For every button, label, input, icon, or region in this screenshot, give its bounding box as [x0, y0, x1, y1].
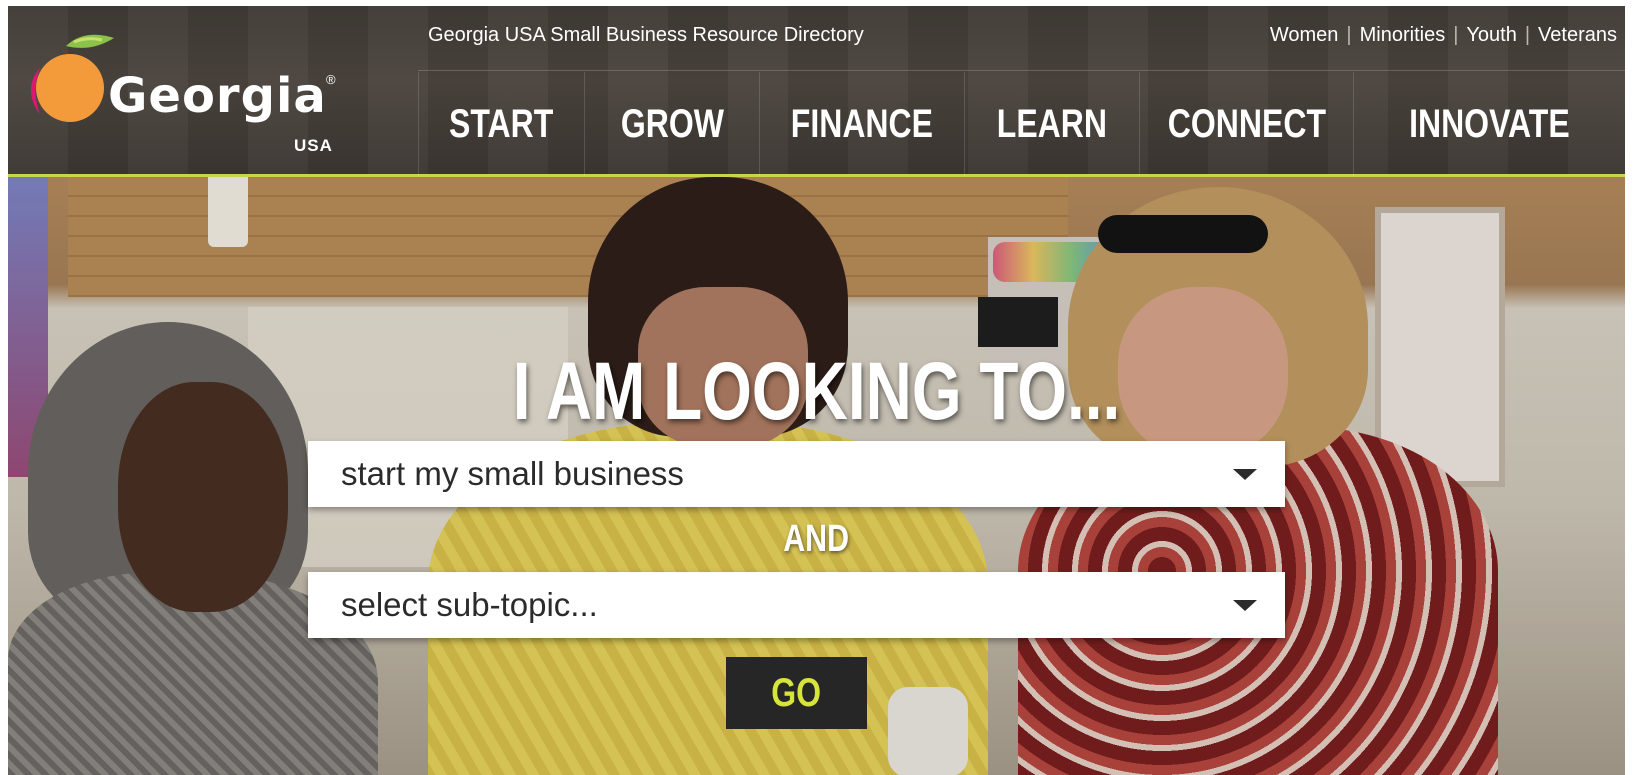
- subtopic-select-value: select sub-topic...: [341, 586, 598, 623]
- topic-select-value: start my small business: [341, 455, 684, 492]
- audience-link-minorities[interactable]: Minorities: [1360, 24, 1446, 47]
- hero-heading-text: I AM LOOKING TO...: [512, 346, 1121, 437]
- connector-text: AND: [783, 518, 850, 560]
- go-button-label: GO: [771, 670, 822, 715]
- nav-innovate-label: INNOVATE: [1409, 101, 1570, 146]
- nav-connect-label: CONNECT: [1167, 101, 1326, 146]
- audience-link-veterans[interactable]: Veterans: [1538, 24, 1617, 47]
- audience-links: Women | Minorities | Youth | Veterans: [1270, 24, 1617, 47]
- logo-usa: USA: [294, 136, 333, 155]
- separator: |: [1524, 24, 1531, 46]
- nav-divider: [418, 70, 1625, 71]
- separator: |: [1453, 24, 1459, 46]
- nav-learn-label: LEARN: [996, 101, 1108, 146]
- nav-start-label: START: [449, 101, 554, 146]
- logo-wordmark: Georgia: [108, 68, 327, 124]
- nav-connect[interactable]: CONNECT: [1139, 72, 1353, 176]
- connector-label: AND: [0, 518, 1633, 561]
- main-nav: START GROW FINANCE LEARN CONNECT INNOVAT…: [418, 72, 1625, 176]
- audience-link-women[interactable]: Women: [1270, 24, 1339, 47]
- caret-down-icon: [1233, 469, 1257, 480]
- go-button[interactable]: GO: [726, 657, 867, 729]
- peach-icon: [31, 34, 114, 122]
- georgia-usa-logo[interactable]: Georgia ® USA: [26, 28, 356, 155]
- caret-down-icon: [1233, 600, 1257, 611]
- nav-learn[interactable]: LEARN: [964, 72, 1139, 176]
- nav-grow[interactable]: GROW: [584, 72, 759, 176]
- hero-heading: I AM LOOKING TO...: [0, 345, 1633, 439]
- site-header: Georgia ® USA Georgia USA Small Business…: [8, 6, 1625, 177]
- logo-registered-mark: ®: [326, 72, 336, 87]
- separator: |: [1346, 24, 1352, 46]
- nav-finance[interactable]: FINANCE: [759, 72, 964, 176]
- nav-start[interactable]: START: [418, 72, 584, 176]
- nav-innovate[interactable]: INNOVATE: [1353, 72, 1625, 176]
- nav-finance-label: FINANCE: [790, 101, 934, 146]
- site-title: Georgia USA Small Business Resource Dire…: [428, 24, 864, 46]
- subtopic-select[interactable]: select sub-topic...: [308, 572, 1285, 638]
- audience-link-youth[interactable]: Youth: [1466, 24, 1516, 47]
- nav-grow-label: GROW: [620, 101, 724, 146]
- topic-select[interactable]: start my small business: [308, 441, 1285, 507]
